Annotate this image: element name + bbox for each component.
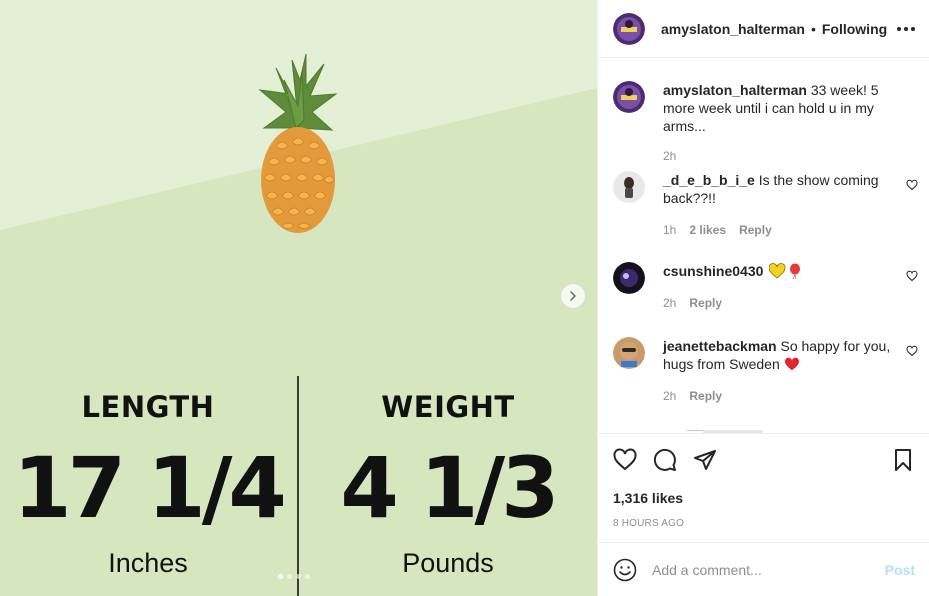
heart-icon xyxy=(613,448,637,471)
post-comment-button[interactable]: Post xyxy=(885,562,915,578)
reply-button[interactable]: Reply xyxy=(689,387,722,405)
comment-likes[interactable]: 2 likes xyxy=(689,221,726,239)
post-side-panel: amyslaton_halterman • Following amyslato… xyxy=(597,0,929,596)
carousel-indicator xyxy=(278,574,310,579)
stats-divider xyxy=(297,376,299,596)
more-options-button[interactable] xyxy=(897,26,915,31)
author-username[interactable]: amyslaton_halterman xyxy=(661,21,805,37)
author-avatar[interactable] xyxy=(613,12,645,45)
heart-icon[interactable] xyxy=(906,179,918,191)
list-item: csunshine0430 2h Reply xyxy=(613,262,918,312)
next-slide-button[interactable] xyxy=(560,283,586,309)
bookmark-icon xyxy=(895,449,911,471)
weight-label: WEIGHT xyxy=(381,390,515,424)
comment-username[interactable]: csunshine0430 xyxy=(663,263,763,279)
weight-stat: WEIGHT 4 1/3 Pounds xyxy=(300,390,596,579)
comment-time[interactable]: 1h xyxy=(663,221,676,239)
comment-input[interactable] xyxy=(652,561,872,578)
carousel-dot xyxy=(296,574,301,579)
share-button[interactable] xyxy=(693,448,717,472)
likes-count[interactable]: 1,316 likes xyxy=(613,490,915,506)
weight-unit: Pounds xyxy=(402,548,494,578)
more-horizontal-icon xyxy=(897,26,901,31)
carousel-dot xyxy=(287,574,292,579)
post-header: amyslaton_halterman • Following xyxy=(598,0,929,58)
comment-icon xyxy=(653,448,676,471)
caption-username[interactable]: amyslaton_halterman xyxy=(663,82,807,98)
commenter-avatar[interactable] xyxy=(613,337,645,369)
emoji-button[interactable] xyxy=(613,558,637,582)
smiley-icon xyxy=(613,558,637,581)
length-label: LENGTH xyxy=(81,390,215,424)
reply-button[interactable]: Reply xyxy=(689,294,722,312)
like-button[interactable] xyxy=(613,448,637,472)
reply-button[interactable]: Reply xyxy=(739,221,772,239)
red-heart-emoji xyxy=(784,357,799,371)
carousel-dot xyxy=(278,574,283,579)
separator-dot: • xyxy=(810,20,816,37)
commenter-avatar[interactable] xyxy=(613,171,645,203)
post-media: LENGTH 17 1/4 Inches WEIGHT 4 1/3 Pounds xyxy=(0,0,597,596)
send-icon xyxy=(694,450,716,470)
add-comment-bar: Post xyxy=(598,542,929,596)
weight-value: 4 1/3 xyxy=(340,439,559,537)
comment-time[interactable]: 2h xyxy=(663,294,676,312)
list-item: _d_e_b_b_i_e Is the show coming back??!!… xyxy=(613,171,918,239)
carousel-dot xyxy=(305,574,310,579)
length-unit: Inches xyxy=(108,548,188,578)
author-avatar[interactable] xyxy=(613,81,645,113)
save-button[interactable] xyxy=(891,448,915,472)
pineapple-image xyxy=(258,53,338,233)
chevron-right-icon xyxy=(570,291,576,301)
heart-icon[interactable] xyxy=(906,345,918,357)
caption: amyslaton_halterman 33 week! 5 more week… xyxy=(613,81,918,165)
following-button[interactable]: Following xyxy=(822,21,887,37)
comment-time[interactable]: 2h xyxy=(663,387,676,405)
yellow-heart-balloon-emoji xyxy=(768,263,801,280)
caption-time[interactable]: 2h xyxy=(663,147,676,165)
length-value: 17 1/4 xyxy=(13,439,287,537)
post-actions: 1,316 likes 8 HOURS AGO xyxy=(598,433,929,529)
length-stat: LENGTH 17 1/4 Inches xyxy=(0,390,296,579)
comment-button[interactable] xyxy=(653,448,677,472)
comments-list[interactable]: amyslaton_halterman 33 week! 5 more week… xyxy=(598,59,929,433)
heart-icon[interactable] xyxy=(906,270,918,282)
view-replies-link[interactable] xyxy=(663,425,793,433)
comment-username[interactable]: jeanettebackman xyxy=(663,338,777,354)
list-item: jeanettebackman So happy for you, hugs f… xyxy=(613,337,918,405)
comment-username[interactable]: _d_e_b_b_i_e xyxy=(663,172,755,188)
post-timestamp[interactable]: 8 HOURS AGO xyxy=(613,518,915,529)
commenter-avatar[interactable] xyxy=(613,262,645,294)
